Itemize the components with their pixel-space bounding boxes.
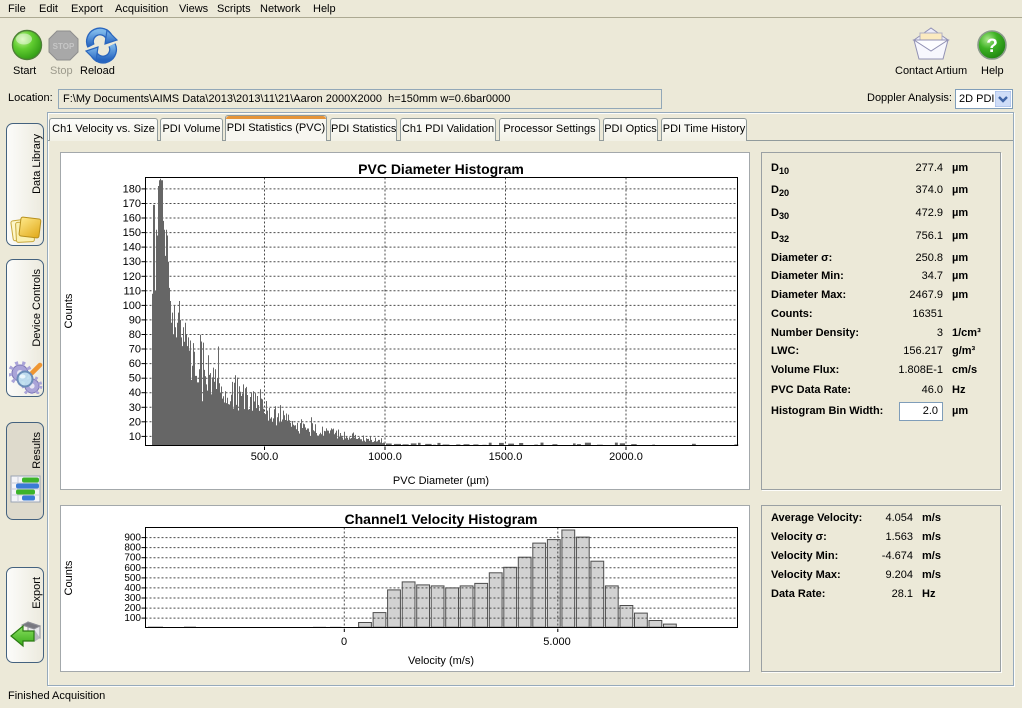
svg-text:?: ? (986, 36, 998, 57)
svg-text:STOP: STOP (53, 42, 75, 51)
